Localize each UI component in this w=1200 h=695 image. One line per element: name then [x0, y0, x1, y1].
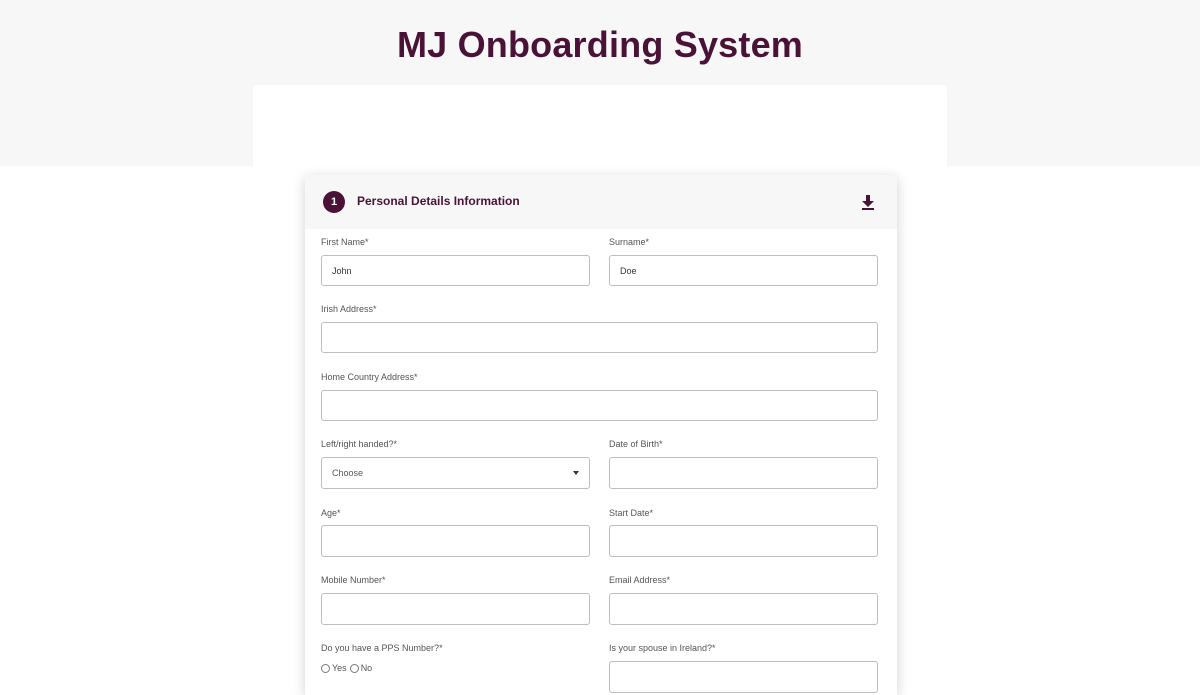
surname-label: Surname* [609, 237, 650, 247]
section-title: Personal Details Information [357, 194, 520, 208]
header-panel [253, 85, 947, 166]
mobile-number-input[interactable] [321, 593, 590, 625]
page-title: MJ Onboarding System [396, 24, 804, 65]
pps-number-label: Do you have a PPS Number?* [321, 643, 443, 653]
step-badge: 1 [323, 191, 345, 213]
form-card: 1 Personal Details Information First Nam… [305, 175, 897, 695]
spouse-in-ireland-label: Is your spouse in Ireland?* [609, 643, 716, 653]
surname-input[interactable] [609, 255, 878, 286]
age-input[interactable] [321, 525, 590, 557]
arrow-down-icon[interactable] [859, 193, 877, 211]
date-of-birth-label: Date of Birth* [609, 439, 663, 449]
handedness-label: Left/right handed?* [321, 439, 398, 449]
first-name-label: First Name* [321, 237, 369, 247]
pps-yes-radio[interactable] [321, 663, 330, 673]
spouse-in-ireland-input[interactable] [609, 661, 878, 693]
start-date-input[interactable] [609, 525, 878, 557]
email-address-input[interactable] [609, 593, 878, 625]
irish-address-label: Irish Address* [321, 304, 377, 314]
home-country-address-input[interactable] [321, 390, 878, 421]
pps-number-radio-group: Yes No [321, 663, 372, 673]
handedness-select[interactable]: Choose [321, 457, 590, 489]
date-of-birth-input[interactable] [609, 457, 878, 489]
caret-down-icon [573, 471, 579, 475]
email-address-label: Email Address* [609, 575, 671, 585]
pps-no-label: No [360, 663, 373, 673]
mobile-number-label: Mobile Number* [321, 575, 386, 585]
handedness-selected-value: Choose [332, 468, 364, 478]
start-date-label: Start Date* [609, 508, 654, 518]
pps-no-radio[interactable] [349, 663, 359, 673]
home-country-address-label: Home Country Address* [321, 372, 418, 382]
first-name-input[interactable] [321, 255, 590, 286]
pps-yes-label: Yes [332, 663, 347, 673]
irish-address-input[interactable] [321, 322, 878, 353]
section-header[interactable]: 1 Personal Details Information [305, 175, 897, 229]
age-label: Age* [321, 508, 341, 518]
